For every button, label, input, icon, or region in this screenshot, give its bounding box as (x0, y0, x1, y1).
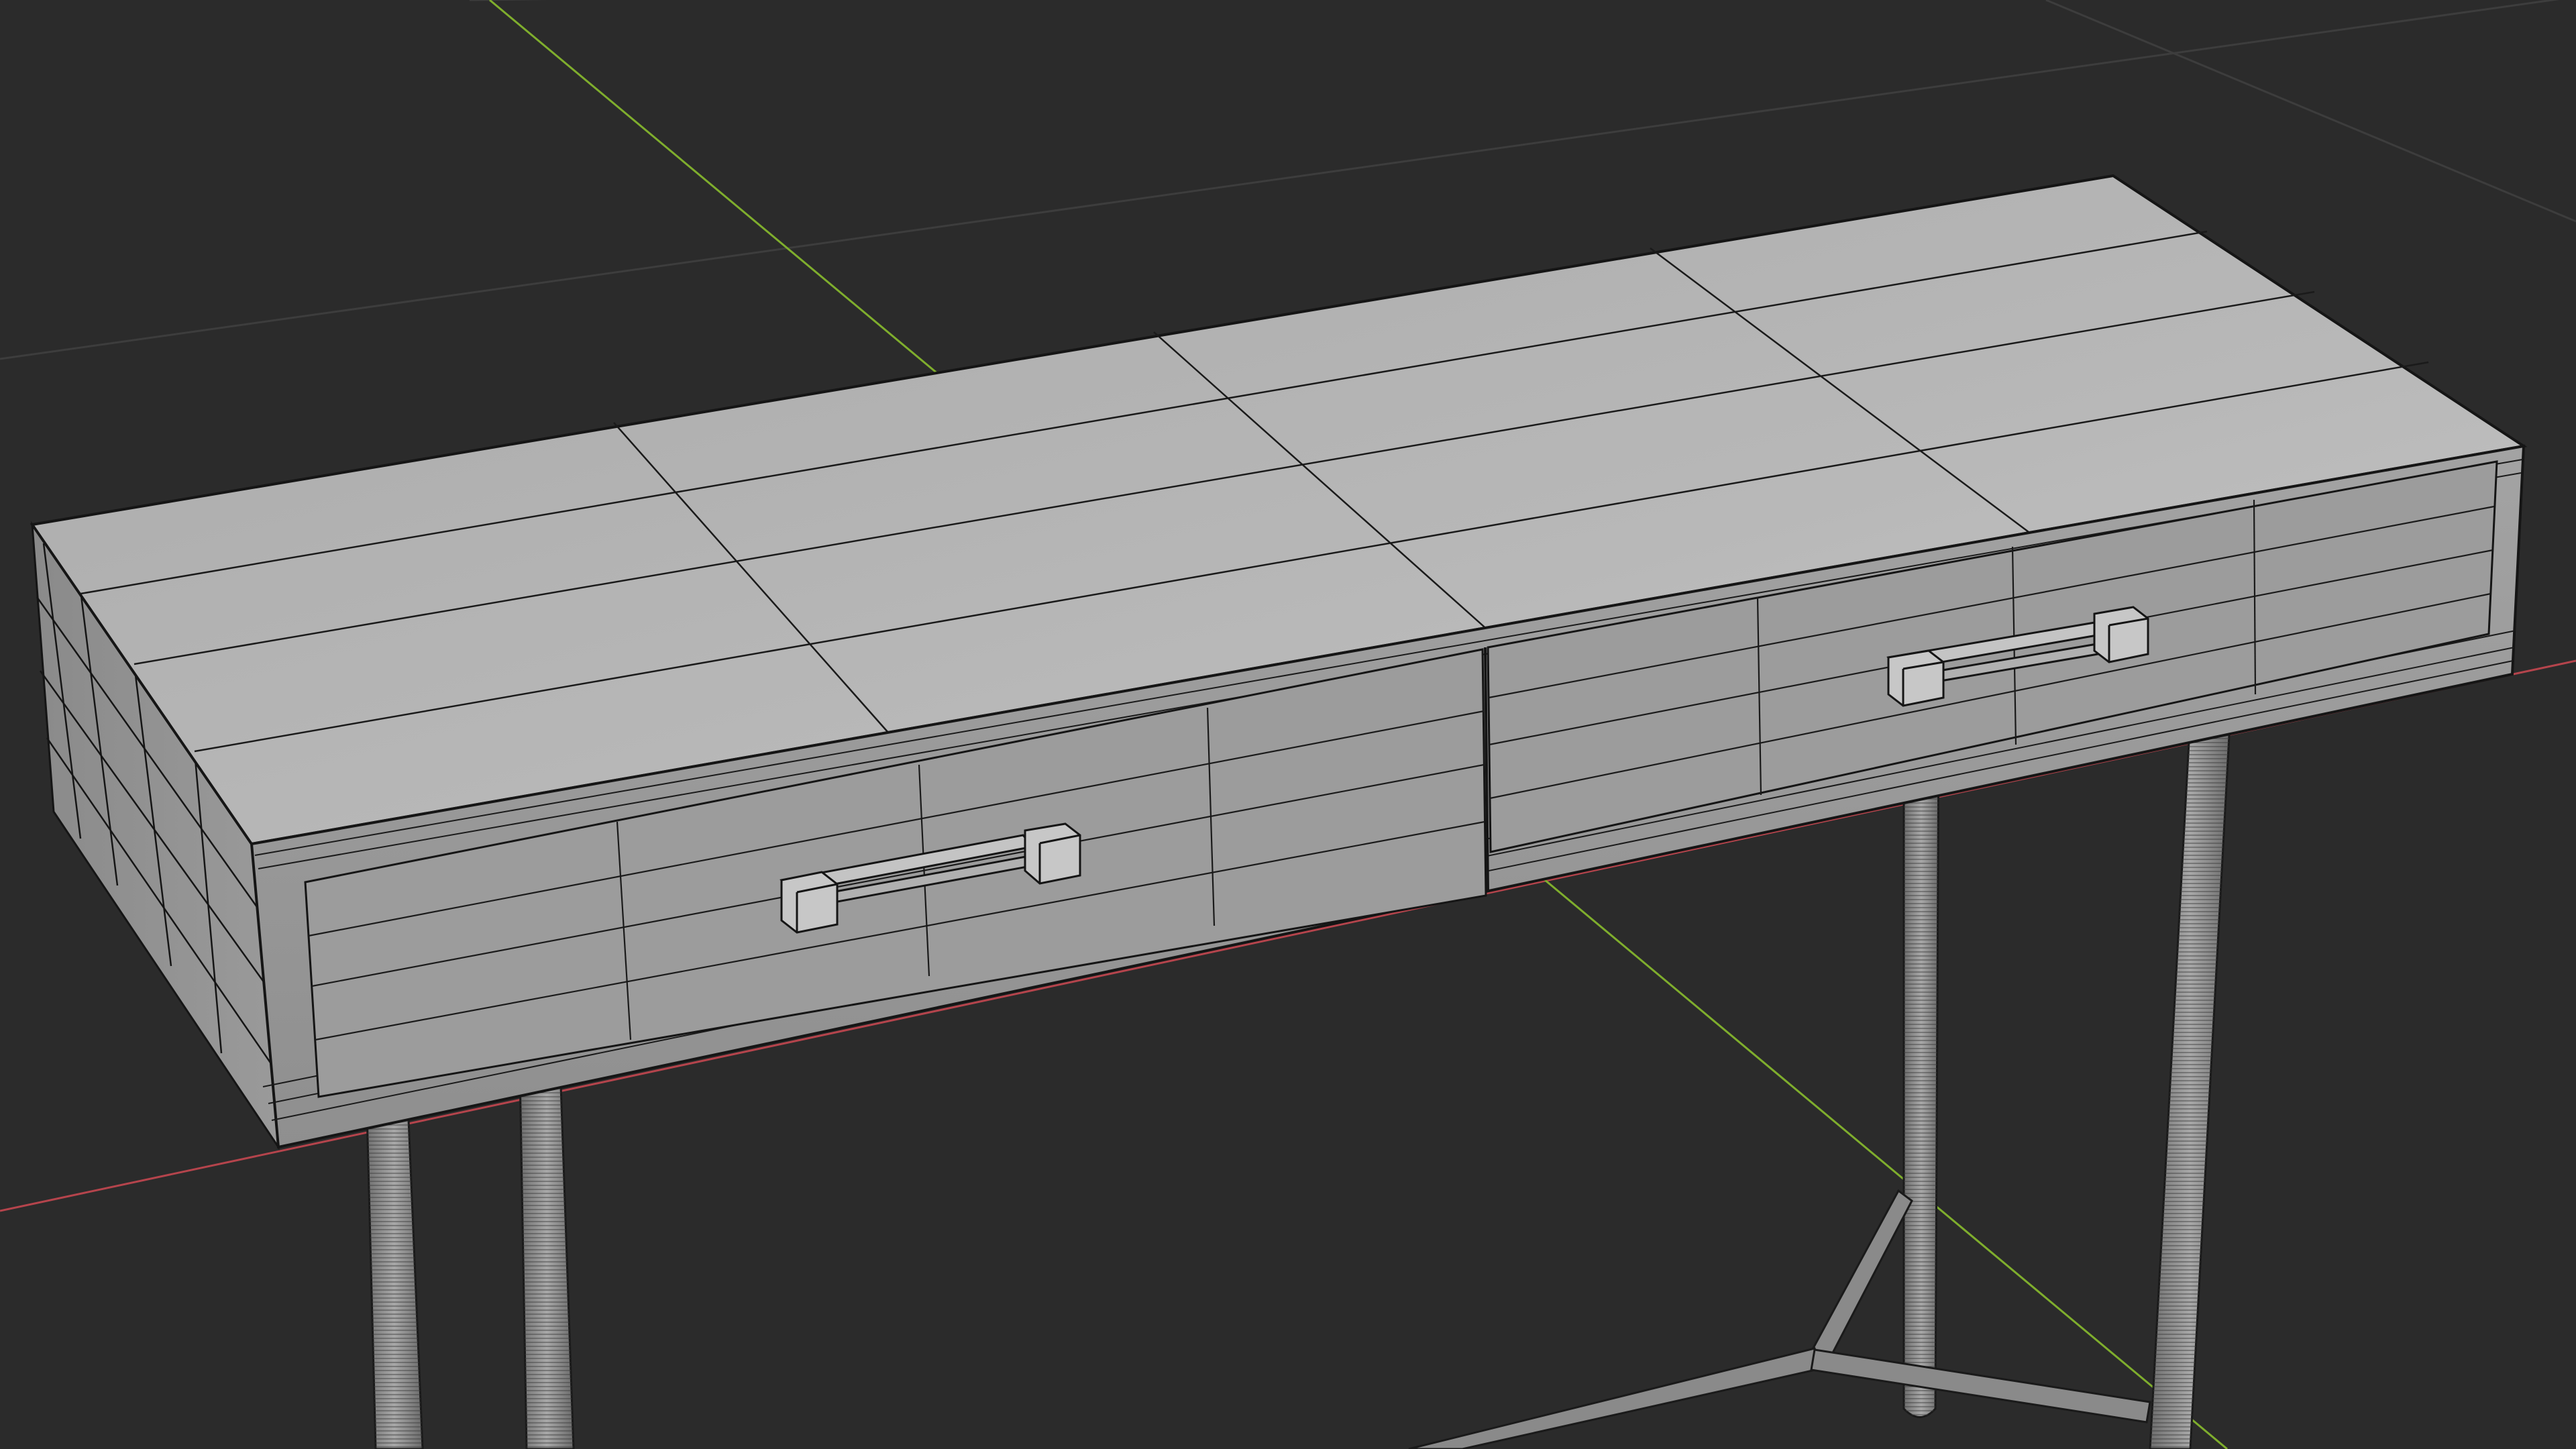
leg-back-right (1902, 727, 1940, 1418)
3d-viewport[interactable] (0, 0, 2576, 1449)
